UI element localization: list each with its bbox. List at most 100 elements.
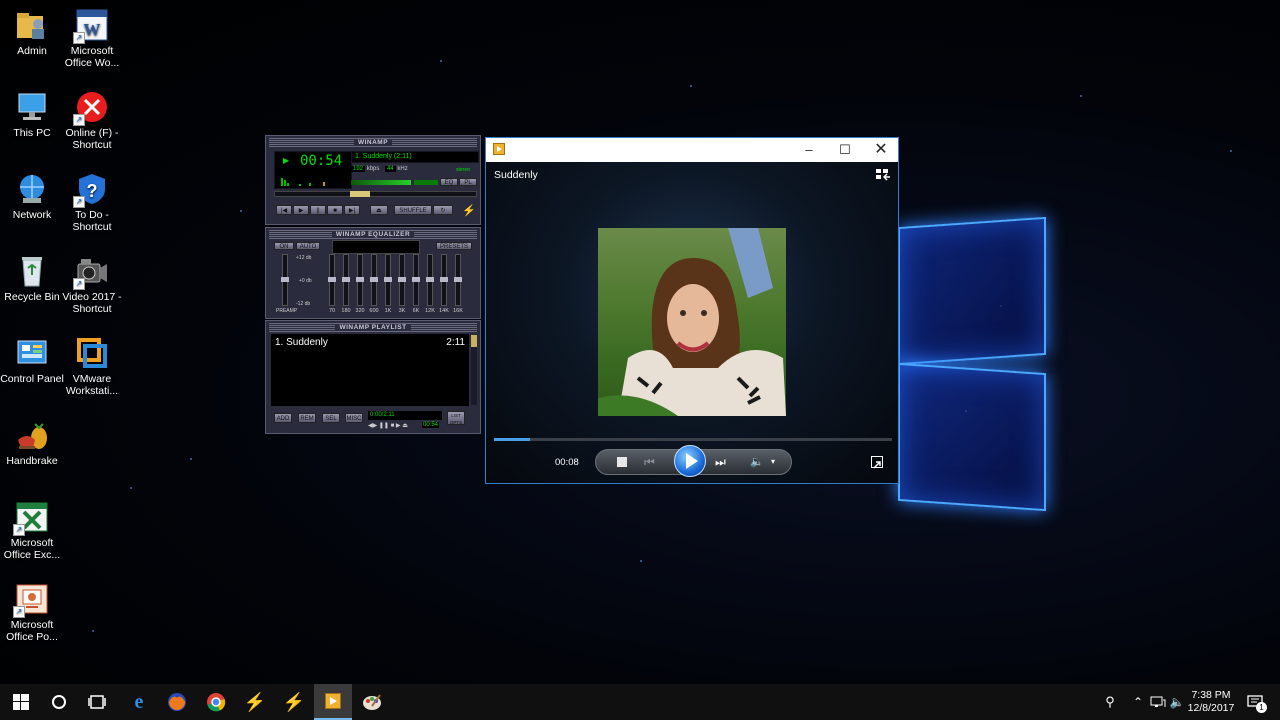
- eject-button[interactable]: ⏏: [370, 205, 388, 215]
- seek-thumb[interactable]: [350, 191, 370, 197]
- stop-button[interactable]: [617, 457, 627, 467]
- eq-on-button[interactable]: ON: [274, 242, 294, 250]
- desktop-icon-powerpoint[interactable]: ↗ Microsoft Office Po...: [0, 582, 64, 643]
- winamp-display: ▶ 00:54: [274, 151, 352, 189]
- next-button[interactable]: ⏭: [715, 455, 726, 470]
- eq-band-slider[interactable]: [412, 254, 420, 306]
- people-button[interactable]: ⚲: [1100, 684, 1120, 720]
- eq-band-slider[interactable]: [454, 254, 462, 306]
- playlist-add-button[interactable]: ADD: [274, 413, 292, 423]
- playlist-rem-button[interactable]: REM: [298, 413, 316, 423]
- eq-auto-button[interactable]: AUTO: [296, 242, 320, 250]
- equalizer-titlebar[interactable]: WINAMP EQUALIZER: [269, 230, 477, 239]
- switch-to-library-icon[interactable]: [875, 168, 891, 182]
- windows-logo-pane-top: [898, 216, 1046, 366]
- playlist-misc-button[interactable]: MISC: [345, 413, 363, 423]
- eq-band-slider[interactable]: [370, 254, 378, 306]
- seek-bar[interactable]: [274, 191, 477, 197]
- shuffle-button[interactable]: SHUFFLE: [394, 205, 432, 215]
- eq-band-slider[interactable]: [440, 254, 448, 306]
- seek-slider[interactable]: [494, 438, 892, 441]
- taskbar-winamp-2[interactable]: ⚡: [275, 684, 313, 720]
- clock[interactable]: 7:38 PM 12/8/2017: [1186, 684, 1236, 720]
- network-tray-button[interactable]: [1148, 684, 1168, 720]
- eq-toggle-button[interactable]: EQ: [440, 178, 458, 186]
- eq-band-slider[interactable]: [342, 254, 350, 306]
- volume-tray-button[interactable]: 🔈: [1167, 684, 1187, 720]
- winamp-main-window[interactable]: WINAMP ▶ 00:54 1. Suddenly (2:11) 192 kb…: [265, 135, 481, 225]
- minimize-button[interactable]: –: [791, 138, 827, 162]
- balance-slider[interactable]: [414, 180, 438, 185]
- desktop-icon-this-pc[interactable]: This PC: [0, 90, 64, 139]
- taskbar-winamp[interactable]: ⚡: [236, 684, 274, 720]
- taskbar-paint[interactable]: [353, 684, 391, 720]
- eq-band-slider[interactable]: [384, 254, 392, 306]
- playlist-mini-controls[interactable]: ◀▶ ❚❚ ■ ▶ ⏏: [368, 422, 408, 429]
- show-hidden-icons-button[interactable]: ⌃: [1128, 684, 1148, 720]
- taskbar-media-player[interactable]: [314, 684, 352, 720]
- playlist-list-options-button[interactable]: LIST OPTS: [447, 411, 465, 425]
- shortcut-arrow-icon: ↗: [73, 114, 85, 126]
- close-button[interactable]: ✕: [863, 138, 899, 162]
- stop-button[interactable]: ■: [327, 205, 343, 215]
- taskbar-chrome[interactable]: [197, 684, 235, 720]
- desktop-icon-online-f[interactable]: ↗ Online (F) - Shortcut: [60, 90, 124, 151]
- playlist-titlebar[interactable]: WINAMP PLAYLIST: [269, 323, 477, 332]
- search-button[interactable]: [40, 684, 78, 720]
- repeat-button[interactable]: ↻: [433, 205, 453, 215]
- next-button[interactable]: ▶|: [344, 205, 360, 215]
- winamp-playlist-window[interactable]: WINAMP PLAYLIST 1. Suddenly 2:11 ADD REM…: [265, 320, 481, 434]
- network-icon: [15, 172, 49, 206]
- winamp-titlebar[interactable]: WINAMP: [269, 138, 477, 147]
- desktop-icon-label: Recycle Bin: [4, 291, 60, 303]
- maximize-button[interactable]: ☐: [827, 138, 863, 162]
- eq-band-slider[interactable]: [356, 254, 364, 306]
- action-center-button[interactable]: 1: [1244, 684, 1267, 720]
- desktop-icon-todo[interactable]: ? ↗ To Do - Shortcut: [60, 172, 124, 233]
- prev-button[interactable]: |◀: [276, 205, 292, 215]
- winamp-equalizer-window[interactable]: WINAMP EQUALIZER ON AUTO PRESETS +12 db …: [265, 227, 481, 319]
- preamp-slider[interactable]: [281, 254, 289, 306]
- play-button[interactable]: ▶: [293, 205, 309, 215]
- desktop-icon-control-panel[interactable]: Control Panel: [0, 336, 64, 385]
- switch-to-now-playing-icon[interactable]: [871, 456, 883, 469]
- taskbar-firefox[interactable]: [158, 684, 196, 720]
- desktop-icon-recycle-bin[interactable]: Recycle Bin: [0, 254, 64, 303]
- cortana-circle-icon: [52, 695, 66, 709]
- desktop-icon-word[interactable]: W ↗ Microsoft Office Wo...: [60, 8, 124, 69]
- desktop-icon-label: Video 2017 - Shortcut: [62, 291, 122, 315]
- eq-presets-button[interactable]: PRESETS: [436, 242, 472, 250]
- playlist-scroll-thumb[interactable]: [471, 335, 477, 347]
- shortcut-arrow-icon: ↗: [73, 32, 85, 44]
- playlist-sel-button[interactable]: SEL: [322, 413, 340, 423]
- desktop-icon-video-2017[interactable]: ↗ Video 2017 - Shortcut: [60, 254, 124, 315]
- eq-band-label: 12K: [425, 308, 435, 314]
- start-button[interactable]: [2, 684, 40, 720]
- media-player-titlebar[interactable]: – ☐ ✕: [486, 138, 898, 162]
- desktop-icon-label: To Do - Shortcut: [72, 209, 112, 233]
- playlist-scrollbar[interactable]: [471, 335, 477, 405]
- eq-band-slider[interactable]: [426, 254, 434, 306]
- pl-toggle-button[interactable]: PL: [459, 178, 477, 186]
- task-view-button[interactable]: [78, 684, 116, 720]
- volume-dropdown-icon[interactable]: ▾: [771, 457, 775, 466]
- desktop-icon-vmware[interactable]: VMware Workstati...: [60, 336, 124, 397]
- winamp-logo-icon[interactable]: ⚡: [462, 204, 476, 217]
- desktop-icon-handbrake[interactable]: Handbrake: [0, 418, 64, 467]
- eq-band-slider[interactable]: [398, 254, 406, 306]
- camcorder-icon: ↗: [73, 254, 109, 290]
- pause-button[interactable]: ||: [310, 205, 326, 215]
- desktop-icon-excel[interactable]: ↗ Microsoft Office Exc...: [0, 500, 64, 561]
- desktop-icon-label: Microsoft Office Po...: [6, 619, 58, 643]
- playlist-item[interactable]: 1. Suddenly 2:11: [275, 337, 465, 349]
- volume-icon[interactable]: 🔈: [750, 455, 764, 468]
- volume-slider[interactable]: [351, 180, 411, 185]
- winamp-track-ticker: 1. Suddenly (2:11): [351, 151, 479, 163]
- desktop-icon-admin[interactable]: Admin: [0, 8, 64, 57]
- previous-button[interactable]: ⏮: [644, 455, 655, 470]
- desktop-icon-network[interactable]: Network: [0, 172, 64, 221]
- taskbar-edge[interactable]: e: [120, 684, 158, 720]
- eq-band-slider[interactable]: [328, 254, 336, 306]
- play-button[interactable]: [674, 445, 706, 477]
- media-player-window[interactable]: – ☐ ✕ Suddenly 00:08 ⏮ ⏭ 🔈 ▾: [485, 137, 899, 484]
